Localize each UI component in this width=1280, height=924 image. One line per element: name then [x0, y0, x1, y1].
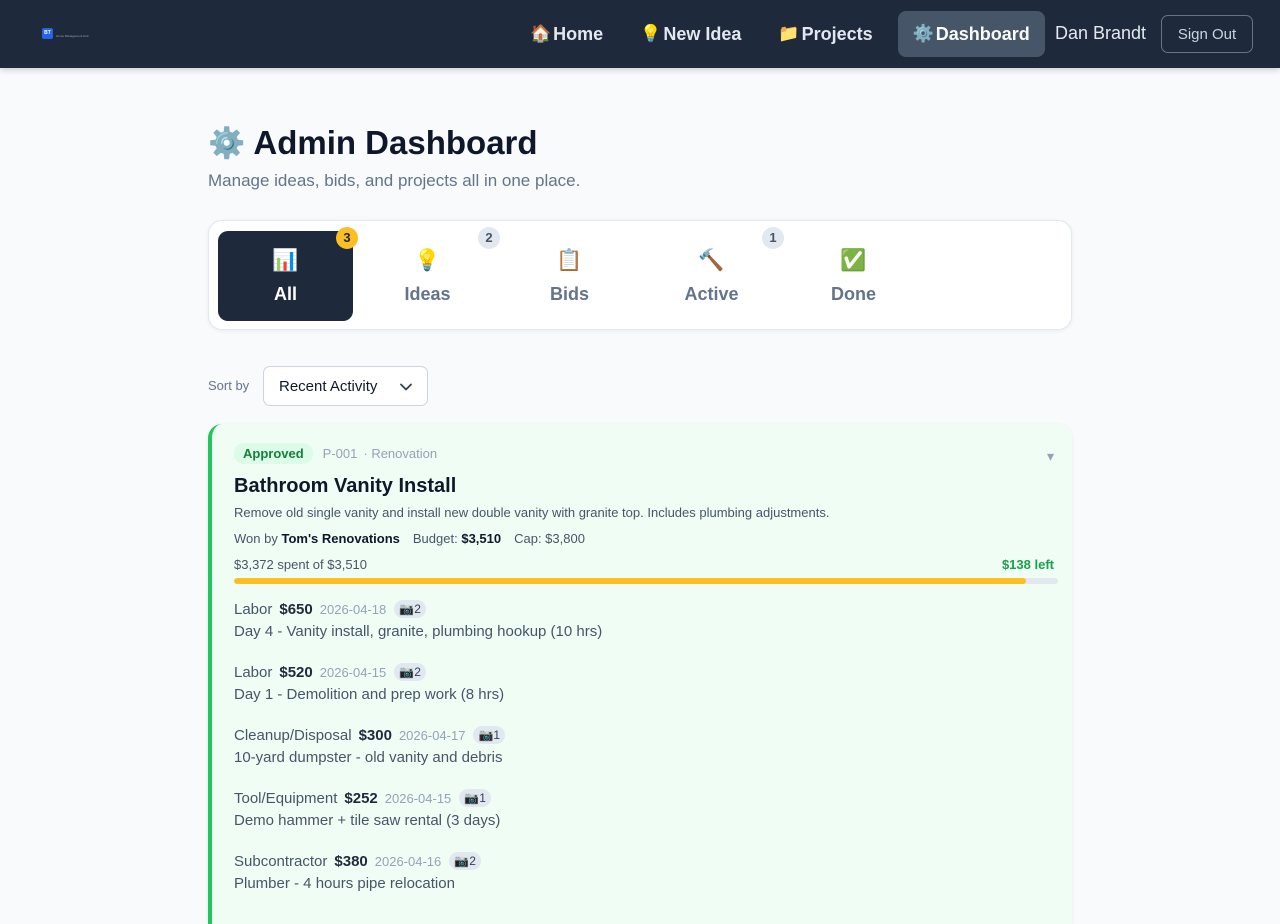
- logo-text: Home Management Hub: [56, 34, 89, 38]
- collapse-toggle-icon[interactable]: ▾: [1047, 448, 1054, 465]
- won-by: Won by Tom's Renovations: [234, 531, 400, 546]
- project-category: · Renovation: [363, 446, 438, 461]
- tab-label: Done: [831, 284, 876, 304]
- budget-progress-bar: [234, 578, 1058, 584]
- contractor-name: Tom's Renovations: [281, 531, 400, 546]
- expense-amount: $650: [279, 600, 313, 618]
- expense-amount: $252: [344, 789, 378, 807]
- expense-description: 10-yard dumpster - old vanity and debris: [234, 749, 503, 766]
- nav-dashboard-link[interactable]: ⚙️ Dashboard: [897, 11, 1045, 57]
- photo-count-badge[interactable]: 📷2: [449, 852, 481, 870]
- expense-date: 2026-04-15: [319, 664, 387, 680]
- expense-category: Labor: [234, 600, 273, 618]
- expense-category: Labor: [234, 663, 273, 681]
- expense-date: 2026-04-17: [398, 727, 466, 743]
- project-card[interactable]: Approved P-001 · Renovation ▾ Bathroom V…: [208, 424, 1072, 924]
- expense-item[interactable]: Subcontractor $380 2026-04-16 📷2 Plumber…: [234, 850, 481, 892]
- project-id: P-001: [322, 446, 358, 461]
- expense-item[interactable]: Cleanup/Disposal $300 2026-04-17 📷1 10-y…: [234, 724, 506, 766]
- project-title: Bathroom Vanity Install: [234, 475, 457, 497]
- count-badge: 1: [762, 227, 784, 249]
- tab-label: Ideas: [404, 284, 451, 304]
- nav-home-link[interactable]: 🏠 Home: [518, 11, 615, 57]
- expense-date: 2026-04-16: [374, 853, 442, 869]
- tab-done[interactable]: ✅ Done: [786, 231, 921, 321]
- expense-item[interactable]: Labor $520 2026-04-15 📷2 Day 1 - Demolit…: [234, 661, 504, 703]
- spent-summary: $3,372 spent of $3,510: [234, 557, 368, 572]
- expense-item[interactable]: Labor $650 2026-04-18 📷2 Day 4 - Vanity …: [234, 598, 602, 640]
- expense-description: Plumber - 4 hours pipe relocation: [234, 875, 455, 892]
- expense-date: 2026-04-18: [319, 601, 387, 617]
- nav-new-idea-link[interactable]: 💡 New Idea: [628, 11, 753, 57]
- lightbulb-icon: 💡: [640, 24, 662, 43]
- expense-date: 2026-04-15: [384, 790, 452, 806]
- filter-tabs: 📊 All 3 💡 Ideas 2 📋 Bids 🔨 Active 1 ✅ Do…: [208, 220, 1072, 330]
- page-title-text: Admin Dashboard: [253, 124, 538, 161]
- tab-label: Bids: [549, 284, 589, 304]
- nav-link-label: Home: [553, 23, 604, 44]
- gear-icon: ⚙️: [912, 24, 934, 43]
- photo-count-badge[interactable]: 📷1: [459, 789, 491, 807]
- tab-label: Active: [684, 284, 739, 304]
- count-badge: 3: [336, 227, 358, 249]
- expense-amount: $520: [279, 663, 313, 681]
- sign-out-button[interactable]: Sign Out: [1161, 15, 1253, 53]
- expense-description: Demo hammer + tile saw rental (3 days): [234, 812, 501, 829]
- app-logo[interactable]: BT Home Management Hub: [42, 28, 94, 39]
- expense-category: Cleanup/Disposal: [234, 726, 352, 744]
- expense-category: Tool/Equipment: [234, 789, 338, 807]
- chevron-down-icon: [400, 383, 412, 391]
- nav-links: 🏠 Home 💡 New Idea 📁 Projects ⚙️ Dashboar…: [518, 11, 1058, 57]
- folder-icon: 📁: [778, 24, 800, 43]
- house-icon: 🏠: [530, 24, 552, 43]
- logo-mark: BT: [42, 28, 53, 39]
- count-badge: 2: [478, 227, 500, 249]
- hammer-icon: 🔨: [698, 249, 725, 272]
- tab-label: All: [273, 284, 297, 304]
- project-description: Remove old single vanity and install new…: [234, 505, 830, 520]
- budget-value: $3,510: [461, 531, 502, 546]
- nav-link-label: Dashboard: [935, 23, 1030, 44]
- top-navbar: BT Home Management Hub 🏠 Home 💡 New Idea…: [0, 0, 1280, 68]
- remaining-budget: $138 left: [1001, 557, 1054, 572]
- expense-amount: $380: [334, 852, 368, 870]
- expense-description: Day 1 - Demolition and prep work (8 hrs): [234, 686, 505, 703]
- sort-label: Sort by: [208, 378, 250, 393]
- nav-link-label: New Idea: [663, 23, 742, 44]
- tab-active[interactable]: 🔨 Active 1: [644, 227, 784, 321]
- sort-select[interactable]: Recent Activity: [263, 366, 428, 406]
- tab-ideas[interactable]: 💡 Ideas 2: [360, 227, 500, 321]
- budget-cap: Cap: $3,800: [514, 531, 585, 546]
- budget: Budget: $3,510: [413, 531, 501, 546]
- expense-description: Day 4 - Vanity install, granite, plumbin…: [234, 623, 603, 640]
- status-badge: Approved: [234, 443, 313, 464]
- check-mark-icon: ✅: [840, 249, 867, 272]
- expense-item[interactable]: Tool/Equipment $252 2026-04-15 📷1 Demo h…: [234, 787, 500, 829]
- project-stats: Won by Tom's Renovations Budget: $3,510 …: [234, 531, 585, 546]
- page-subtitle: Manage ideas, bids, and projects all in …: [208, 171, 581, 190]
- tab-bids[interactable]: 📋 Bids: [502, 231, 637, 321]
- photo-count-badge[interactable]: 📷1: [473, 726, 506, 744]
- photo-count-badge[interactable]: 📷2: [394, 663, 426, 681]
- nav-projects-link[interactable]: 📁 Projects: [766, 11, 884, 57]
- project-meta: Approved P-001 · Renovation: [234, 443, 437, 464]
- expense-amount: $300: [358, 726, 392, 744]
- budget-label: Budget:: [412, 531, 458, 546]
- budget-progress-fill: [234, 578, 1026, 584]
- sort-selected-value: Recent Activity: [279, 377, 378, 395]
- page-title: ⚙️ Admin Dashboard: [208, 124, 538, 162]
- clipboard-icon: 📋: [556, 249, 583, 272]
- won-by-label: Won by: [234, 531, 278, 546]
- user-name: Dan Brandt: [1055, 23, 1147, 43]
- gear-icon: ⚙️: [208, 126, 246, 160]
- bar-chart-icon: 📊: [272, 249, 299, 272]
- lightbulb-icon: 💡: [414, 249, 441, 272]
- tab-all[interactable]: 📊 All 3: [218, 227, 358, 321]
- photo-count-badge[interactable]: 📷2: [394, 600, 426, 618]
- nav-link-label: Projects: [801, 23, 873, 44]
- expense-category: Subcontractor: [234, 852, 328, 870]
